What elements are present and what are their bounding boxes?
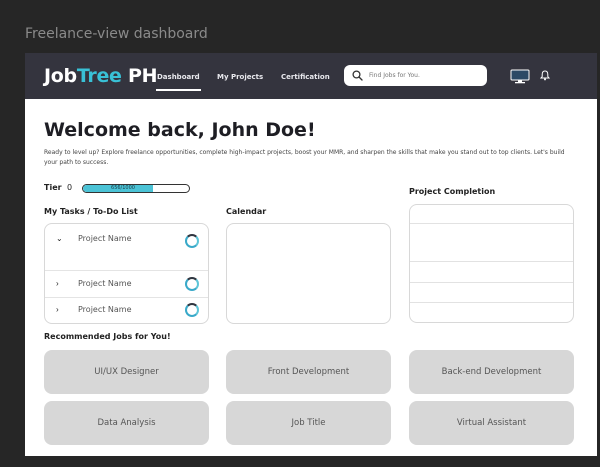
tasks-panel: ⌄ Project Name › Project Name › Project …: [44, 223, 209, 324]
chevron-down-icon[interactable]: ⌄: [56, 234, 63, 243]
status-ring-icon: [185, 234, 199, 248]
jobs-section-title: Recommended Jobs for You!: [44, 332, 171, 341]
search-input[interactable]: [369, 69, 481, 82]
job-card-data-analysis[interactable]: Data Analysis: [44, 401, 209, 445]
task-name: Project Name: [78, 279, 132, 288]
search-icon: [352, 70, 363, 81]
completion-row-divider: [410, 302, 573, 303]
status-ring-icon: [185, 303, 199, 317]
completion-row-divider: [410, 282, 573, 283]
brand-name-part3: PH: [121, 65, 158, 87]
task-item[interactable]: › Project Name: [45, 298, 208, 324]
job-card-ui-ux-designer[interactable]: UI/UX Designer: [44, 350, 209, 394]
calendar-section-title: Calendar: [226, 207, 267, 216]
dashboard-app: JobTree PH Dashboard My Projects Certifi…: [25, 53, 597, 456]
status-ring-icon: [185, 277, 199, 291]
task-name: Project Name: [78, 234, 132, 243]
calendar-panel[interactable]: [226, 223, 391, 324]
top-navbar: JobTree PH Dashboard My Projects Certifi…: [25, 53, 597, 99]
task-item[interactable]: ⌄ Project Name: [45, 224, 208, 271]
tier-label: Tier: [44, 183, 62, 192]
job-card-virtual-assistant[interactable]: Virtual Assistant: [409, 401, 574, 445]
nav-dashboard[interactable]: Dashboard: [156, 73, 201, 91]
welcome-heading: Welcome back, John Doe!: [44, 119, 316, 141]
job-card-back-end-development[interactable]: Back-end Development: [409, 350, 574, 394]
task-item[interactable]: › Project Name: [45, 271, 208, 298]
job-card-front-development[interactable]: Front Development: [226, 350, 391, 394]
tasks-section-title: My Tasks / To-Do List: [44, 207, 138, 216]
completion-row-divider: [410, 261, 573, 262]
chevron-right-icon[interactable]: ›: [56, 305, 59, 314]
nav-my-projects[interactable]: My Projects: [217, 73, 263, 81]
chevron-right-icon[interactable]: ›: [56, 279, 59, 288]
brand-name-part1: Job: [44, 65, 77, 87]
tier-progress-text: 656/1000: [111, 185, 135, 191]
completion-section-title: Project Completion: [409, 187, 496, 196]
nav-certification[interactable]: Certification: [281, 73, 330, 81]
project-completion-panel: [409, 204, 574, 323]
search-bar[interactable]: [344, 65, 487, 86]
job-card-job-title[interactable]: Job Title: [226, 401, 391, 445]
window-title: Freelance-view dashboard: [25, 26, 208, 42]
brand-logo[interactable]: JobTree PH: [44, 65, 157, 87]
completion-row-divider: [410, 223, 573, 224]
task-name: Project Name: [78, 305, 132, 314]
welcome-intro-text: Ready to level up? Explore freelance opp…: [44, 149, 565, 166]
tier-progress-bar: 656/1000: [82, 184, 190, 193]
bell-icon[interactable]: [540, 70, 550, 81]
brand-name-accent: Tree: [76, 65, 122, 87]
monitor-icon[interactable]: [510, 69, 530, 84]
tier-level: 0: [67, 183, 73, 192]
